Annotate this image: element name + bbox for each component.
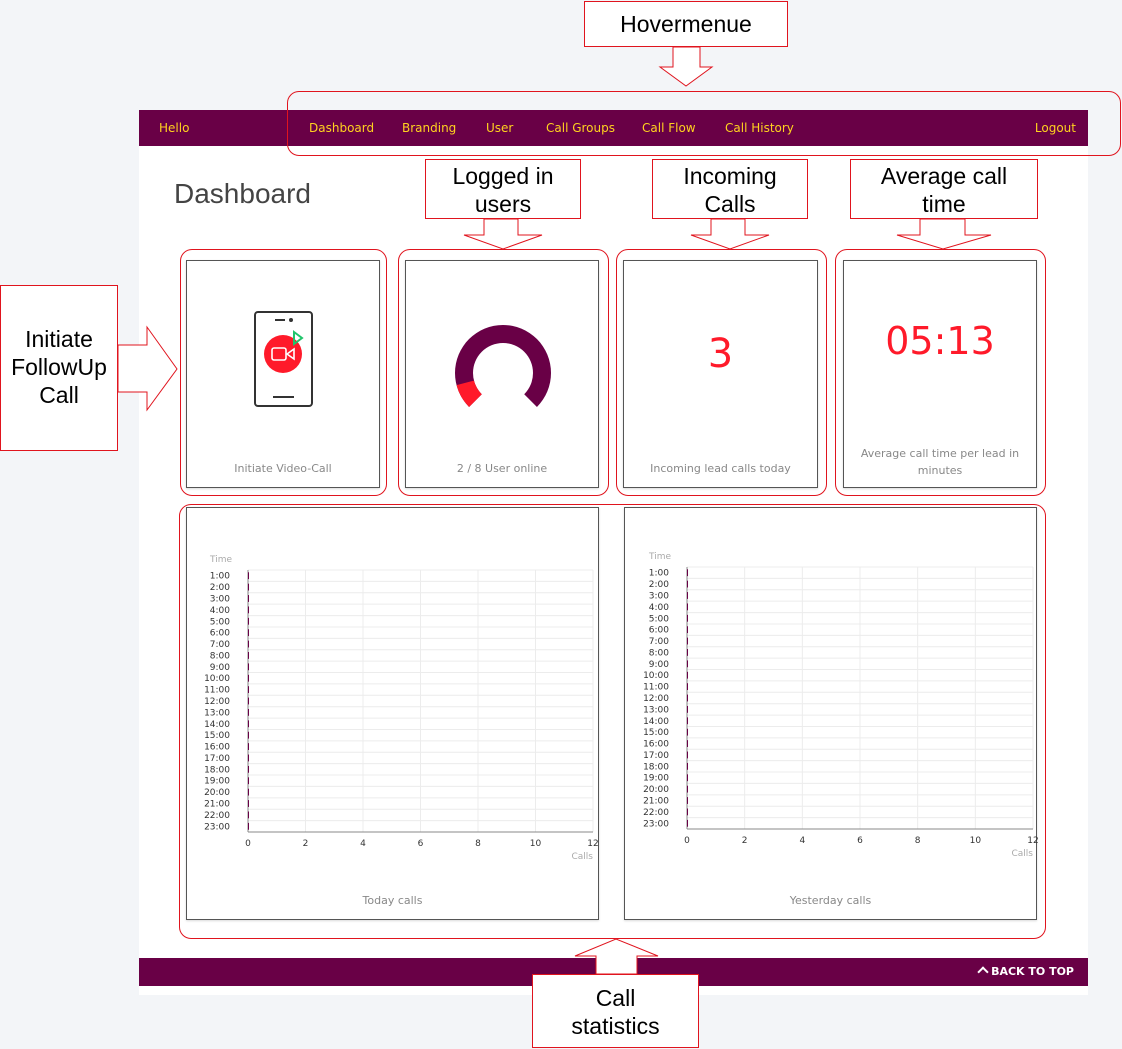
statistics-highlight-frame bbox=[179, 504, 1046, 939]
hovermenu-callout-text: Hovermenue bbox=[620, 11, 752, 37]
video-call-highlight-frame bbox=[180, 249, 387, 496]
statistics-callout-line2: statistics bbox=[571, 1013, 660, 1039]
back-to-top-link[interactable]: BACK TO TOP bbox=[977, 958, 1074, 986]
back-to-top-label: BACK TO TOP bbox=[991, 965, 1074, 978]
logged-in-callout: Logged in users bbox=[425, 159, 581, 219]
hovermenu-highlight-frame bbox=[287, 91, 1121, 156]
logged-in-callout-line1: Logged in bbox=[452, 163, 554, 189]
incoming-callout-line1: Incoming bbox=[683, 163, 777, 189]
initiate-callout-line1: Initiate bbox=[25, 326, 93, 352]
incoming-callout-line2: Calls bbox=[704, 191, 756, 217]
initiate-callout-line2: FollowUp bbox=[11, 354, 107, 380]
average-callout-line2: time bbox=[922, 191, 966, 217]
statistics-callout-line1: Call bbox=[595, 985, 636, 1011]
users-highlight-frame bbox=[398, 249, 609, 496]
call-statistics-arrow bbox=[574, 938, 659, 975]
hovermenu-callout: Hovermenue bbox=[584, 1, 788, 47]
average-callout: Average call time bbox=[850, 159, 1038, 219]
call-statistics-callout: Call statistics bbox=[532, 974, 699, 1048]
chevron-up-icon bbox=[977, 966, 989, 978]
greeting: Hello bbox=[159, 121, 190, 135]
incoming-callout: Incoming Calls bbox=[652, 159, 808, 219]
initiate-followup-callout: Initiate FollowUp Call bbox=[0, 285, 118, 451]
average-callout-line1: Average call bbox=[880, 163, 1008, 189]
page-title: Dashboard bbox=[174, 178, 311, 209]
incoming-highlight-frame bbox=[616, 249, 827, 496]
average-highlight-frame bbox=[835, 249, 1046, 496]
initiate-callout-line3: Call bbox=[39, 382, 79, 408]
logged-in-callout-line2: users bbox=[474, 191, 532, 217]
